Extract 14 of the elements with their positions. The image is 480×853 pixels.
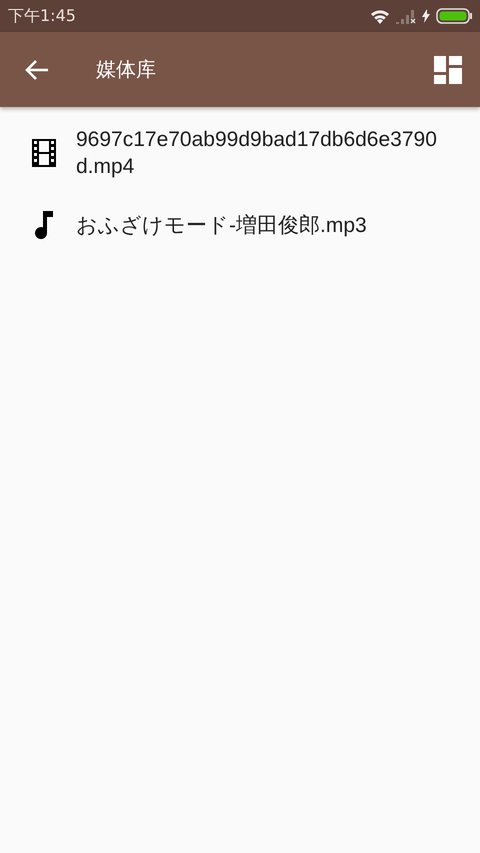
charging-icon xyxy=(422,9,430,23)
status-time: 下午1:45 xyxy=(8,6,76,26)
signal-icon xyxy=(396,8,416,24)
screen-title: 媒体库 xyxy=(96,56,156,83)
file-name: おふざけモード-増田俊郎.mp3 xyxy=(76,212,368,238)
file-name: 9697c17e70ab99d9bad17db6d6e3790d.mp4 xyxy=(76,127,438,180)
wifi-icon xyxy=(370,8,390,24)
layout-button[interactable] xyxy=(434,56,462,84)
dashboard-icon xyxy=(434,56,462,84)
music-note-icon xyxy=(34,211,54,239)
film-icon xyxy=(32,139,56,167)
media-item[interactable]: 9697c17e70ab99d9bad17db6d6e3790d.mp4 xyxy=(0,117,480,189)
media-item[interactable]: おふざけモード-増田俊郎.mp3 xyxy=(0,189,480,261)
battery-icon xyxy=(436,8,472,24)
